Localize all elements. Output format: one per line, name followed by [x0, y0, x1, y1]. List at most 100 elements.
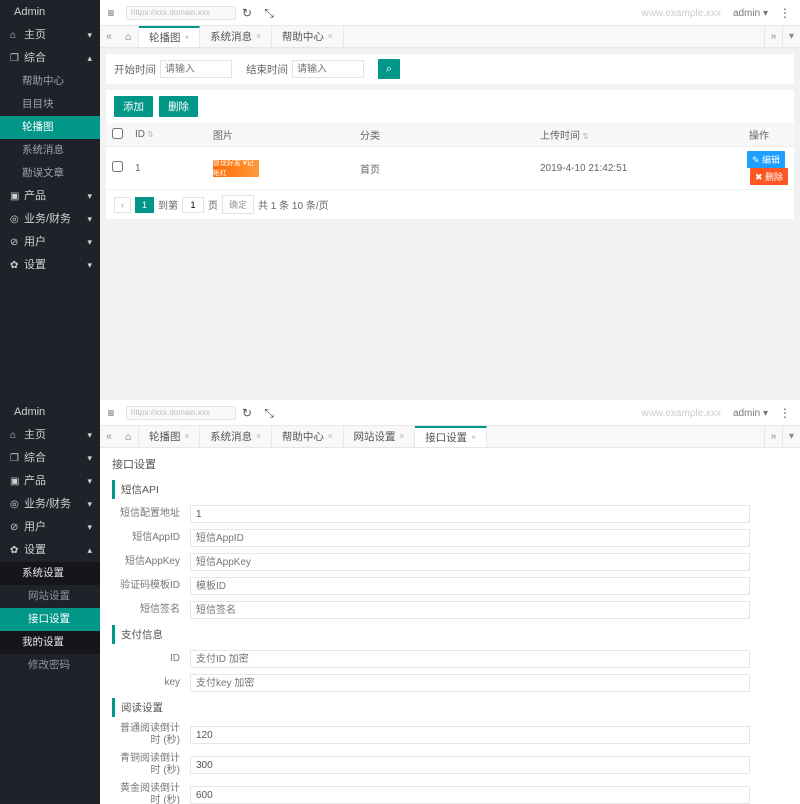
sidebar-item[interactable]: ❐综合▾ — [0, 447, 100, 470]
sidebar-item[interactable]: ⊘用户▾ — [0, 231, 100, 254]
form-row: key — [112, 674, 788, 692]
sidebar-item[interactable]: 系统消息 — [0, 139, 100, 162]
sidebar-item-label: 产品 — [24, 190, 46, 202]
tab-close-icon[interactable]: × — [471, 433, 476, 442]
sidebar-item[interactable]: ✿设置▾ — [0, 254, 100, 277]
expand-icon[interactable]: ⤡ — [258, 0, 280, 26]
sidebar-item-label: 修改密码 — [28, 659, 70, 671]
sidebar-item[interactable]: ▣产品▾ — [0, 470, 100, 493]
more-icon[interactable]: ⋮ — [774, 0, 796, 26]
add-button[interactable]: 添加 — [114, 96, 153, 117]
user-menu[interactable]: admin ▾ — [733, 408, 768, 419]
refresh-icon[interactable]: ↻ — [236, 0, 258, 26]
expand-icon[interactable]: ⤡ — [258, 400, 280, 426]
menu-toggle-icon[interactable]: ≡ — [100, 400, 122, 426]
tabs-prev-icon[interactable]: « — [100, 26, 118, 47]
sidebar-item[interactable]: 系统设置 — [0, 562, 100, 585]
user-menu[interactable]: admin ▾ — [733, 8, 768, 19]
tab-close-icon[interactable]: × — [328, 32, 333, 41]
form-input[interactable] — [190, 726, 750, 744]
start-date-input[interactable] — [160, 60, 232, 78]
sidebar-item[interactable]: ⌂主页▾ — [0, 424, 100, 447]
sidebar-item[interactable]: ◎业务/财务▾ — [0, 208, 100, 231]
tab[interactable]: 网站设置× — [344, 426, 416, 447]
tabs-next-icon[interactable]: » — [764, 26, 782, 47]
chevron-icon: ▴ — [87, 539, 92, 562]
form-input[interactable] — [190, 650, 750, 668]
site-link[interactable]: www.example.xxx — [641, 8, 720, 19]
tabs-next-icon[interactable]: » — [764, 426, 782, 447]
tab-home[interactable]: ⌂ — [118, 426, 139, 447]
search-button[interactable]: ⌕ — [378, 59, 400, 79]
tab[interactable]: 系统消息× — [200, 426, 272, 447]
tabs-menu-icon[interactable]: ▾ — [782, 26, 800, 47]
tab-close-icon[interactable]: × — [185, 432, 190, 441]
menu-icon: ◎ — [10, 493, 24, 516]
tab-close-icon[interactable]: × — [256, 32, 261, 41]
sidebar-item[interactable]: ⌂主页▾ — [0, 24, 100, 47]
pager-prev[interactable]: ‹ — [114, 197, 131, 213]
form-input[interactable] — [190, 505, 750, 523]
sidebar-item-label: 帮助中心 — [22, 75, 64, 87]
tab[interactable]: 帮助中心× — [272, 426, 344, 447]
sidebar-item[interactable]: 修改密码 — [0, 654, 100, 677]
form-label: 普通阅读倒计时 (秒) — [112, 723, 190, 747]
sidebar-item[interactable]: 接口设置 — [0, 608, 100, 631]
form-input[interactable] — [190, 786, 750, 804]
url-bar[interactable]: https://xxx.domain.xxx — [126, 6, 236, 20]
form-input[interactable] — [190, 674, 750, 692]
refresh-icon[interactable]: ↻ — [236, 400, 258, 426]
tabs-prev-icon[interactable]: « — [100, 426, 118, 447]
sidebar-item[interactable]: 我的设置 — [0, 631, 100, 654]
tab-close-icon[interactable]: × — [185, 33, 190, 42]
more-icon[interactable]: ⋮ — [774, 400, 796, 426]
chevron-icon: ▾ — [87, 424, 92, 447]
sidebar-item[interactable]: ⊘用户▾ — [0, 516, 100, 539]
pager-confirm[interactable]: 确定 — [222, 195, 254, 214]
sidebar-item-label: 网站设置 — [28, 590, 70, 602]
tab[interactable]: 系统消息× — [200, 26, 272, 47]
site-link[interactable]: www.example.xxx — [641, 408, 720, 419]
page-title: 接口设置 — [112, 456, 788, 472]
row-checkbox[interactable] — [112, 161, 123, 172]
sidebar-item[interactable]: 目目块 — [0, 93, 100, 116]
tab-close-icon[interactable]: × — [256, 432, 261, 441]
form-input[interactable] — [190, 601, 750, 619]
col-id[interactable]: ID⇅ — [129, 123, 207, 147]
form-input[interactable] — [190, 529, 750, 547]
tab-close-icon[interactable]: × — [328, 432, 333, 441]
sidebar-item[interactable]: 网站设置 — [0, 585, 100, 608]
select-all-checkbox[interactable] — [112, 128, 123, 139]
tab-home[interactable]: ⌂ — [118, 26, 139, 47]
tab[interactable]: 轮播图× — [139, 26, 200, 47]
pager-page-1[interactable]: 1 — [135, 197, 154, 213]
tab-close-icon[interactable]: × — [400, 432, 405, 441]
brand: Admin — [0, 0, 100, 24]
tabs-menu-icon[interactable]: ▾ — [782, 426, 800, 447]
form-input[interactable] — [190, 756, 750, 774]
sidebar-item[interactable]: 帮助中心 — [0, 70, 100, 93]
sidebar-item[interactable]: 勘误文章 — [0, 162, 100, 185]
sidebar-item[interactable]: ❐综合▴ — [0, 47, 100, 70]
edit-button[interactable]: ✎ 编辑 — [747, 151, 785, 168]
url-bar[interactable]: https://xxx.domain.xxx — [126, 406, 236, 420]
sidebar-item[interactable]: 轮播图 — [0, 116, 100, 139]
tab[interactable]: 帮助中心× — [272, 26, 344, 47]
form-label: 青铜阅读倒计时 (秒) — [112, 753, 190, 777]
form-input[interactable] — [190, 553, 750, 571]
end-date-input[interactable] — [292, 60, 364, 78]
menu-icon: ⌂ — [10, 424, 24, 447]
pager-goto-input[interactable] — [182, 197, 204, 213]
tab[interactable]: 轮播图× — [139, 426, 200, 447]
row-delete-button[interactable]: ✖ 删除 — [750, 168, 788, 185]
sidebar-item[interactable]: ✿设置▴ — [0, 539, 100, 562]
col-time[interactable]: 上传时间⇅ — [534, 123, 724, 147]
delete-button[interactable]: 删除 — [159, 96, 198, 117]
form-input[interactable] — [190, 577, 750, 595]
menu-toggle-icon[interactable]: ≡ — [100, 0, 122, 26]
form-label: 短信配置地址 — [112, 508, 190, 520]
sidebar-item[interactable]: ▣产品▾ — [0, 185, 100, 208]
thumbnail[interactable]: 提现好友 ¥记帐红 — [213, 160, 259, 177]
tab[interactable]: 接口设置× — [415, 426, 487, 447]
sidebar-item[interactable]: ◎业务/财务▾ — [0, 493, 100, 516]
